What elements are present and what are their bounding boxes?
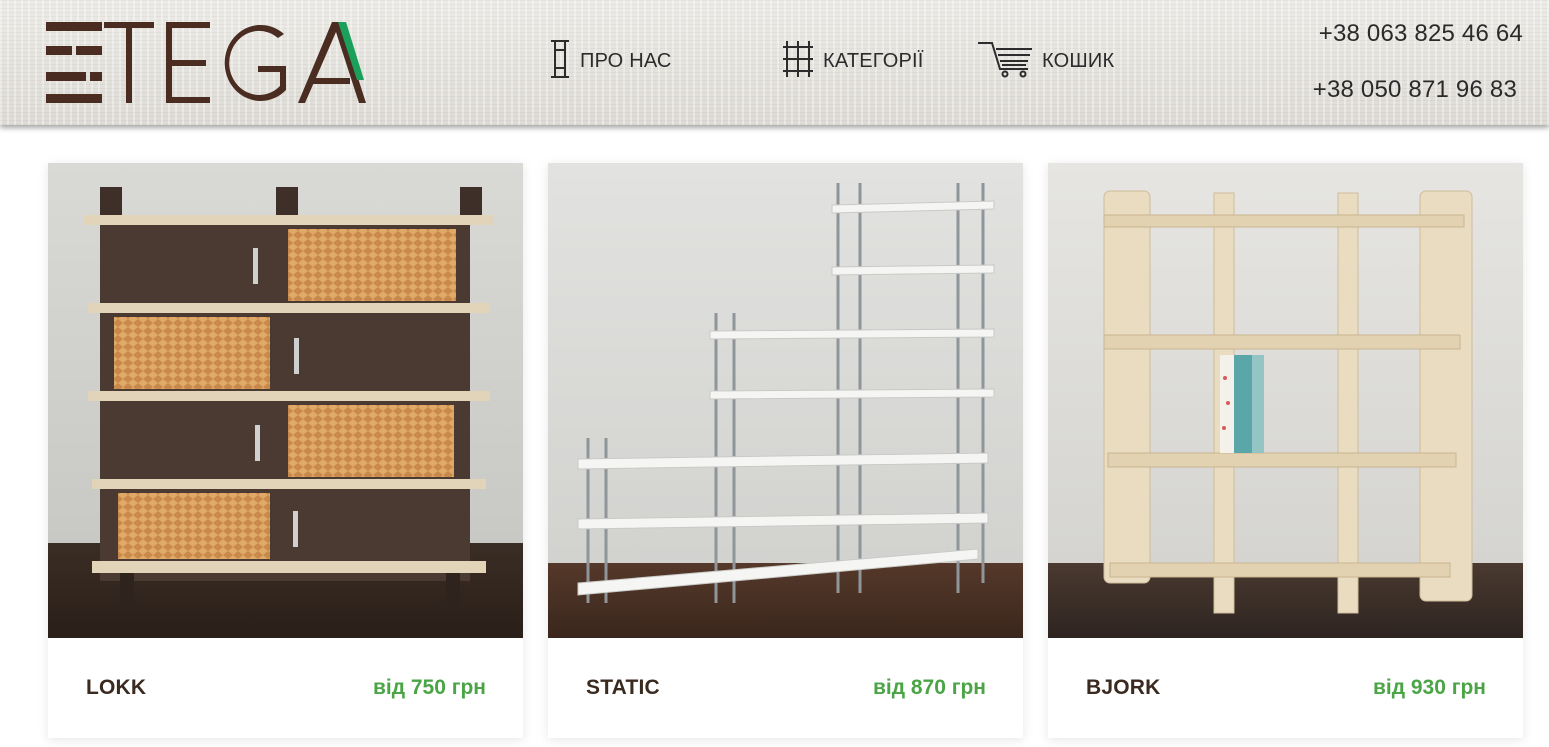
product-price: від 930 грн	[1372, 676, 1486, 699]
product-info: LOKK від 750 грн	[48, 638, 523, 738]
nav-cart-link[interactable]: КОШИК	[976, 40, 1114, 82]
product-image-bjork[interactable]	[1048, 163, 1523, 638]
product-price: від 750 грн	[372, 676, 486, 699]
nav-categories-label: КАТЕГОРІЇ	[823, 49, 924, 72]
product-card[interactable]: BJORK від 930 грн	[1048, 163, 1523, 738]
product-info: STATIC від 870 грн	[548, 638, 1023, 738]
nav-about-link[interactable]: ПРО НАС	[548, 39, 672, 84]
product-card[interactable]: LOKK від 750 грн	[48, 163, 523, 738]
product-image-lokk[interactable]	[48, 163, 523, 638]
nav-categories-link[interactable]: КАТЕГОРІЇ	[781, 40, 924, 82]
brand-logo[interactable]	[46, 20, 366, 106]
product-name[interactable]: BJORK	[1086, 676, 1161, 700]
product-image-static[interactable]	[548, 163, 1023, 638]
phone-link-1[interactable]: +38 063 825 46 64	[1319, 20, 1523, 48]
product-name[interactable]: STATIC	[586, 676, 660, 700]
product-grid: LOKK від 750 грн STATIC від 870 грн BJOR…	[48, 163, 1523, 738]
shopping-cart-icon	[976, 39, 1034, 84]
site-header: ПРО НАС КАТЕГОРІЇ КОШИК +38 063 825 46 6…	[0, 0, 1549, 125]
product-price: від 870 грн	[872, 676, 986, 699]
nav-about-label: ПРО НАС	[580, 49, 672, 72]
shelf-icon	[548, 39, 572, 84]
grid-shelf-icon	[781, 39, 815, 84]
nav-cart-label: КОШИК	[1042, 49, 1115, 72]
product-info: BJORK від 930 грн	[1048, 638, 1523, 738]
phone-link-2[interactable]: +38 050 871 96 83	[1313, 76, 1517, 104]
product-card[interactable]: STATIC від 870 грн	[548, 163, 1023, 738]
product-name[interactable]: LOKK	[86, 676, 146, 700]
